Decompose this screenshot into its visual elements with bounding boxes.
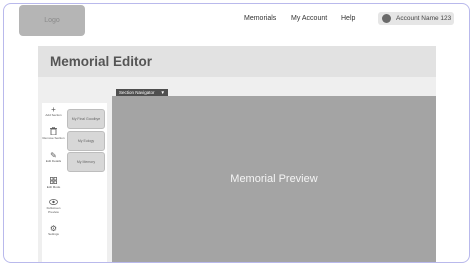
remove-section-button[interactable]: Remove Section: [42, 127, 65, 141]
nav-help[interactable]: Help: [341, 15, 355, 22]
section-navigator-dropdown[interactable]: Section Navigator ▼: [116, 89, 168, 96]
logo[interactable]: Logo: [19, 5, 85, 36]
settings-button[interactable]: ⚙ Settings: [42, 225, 65, 237]
fullscreen-preview-button[interactable]: Fullscreen Preview: [42, 199, 65, 214]
section-item-my-eulogy[interactable]: My Eulogy: [67, 131, 105, 151]
section-item-my-memory[interactable]: My Memory: [67, 152, 105, 172]
app-window: Logo Memorials My Account Help Account N…: [3, 3, 470, 263]
nav-memorials[interactable]: Memorials: [244, 15, 276, 22]
preview-label: Memorial Preview: [230, 173, 318, 185]
title-bar: Memorial Editor: [38, 46, 436, 77]
chevron-down-icon: ▼: [160, 90, 165, 95]
account-menu[interactable]: Account Name 123: [378, 12, 454, 25]
section-item-my-final-goodbye[interactable]: My Final Goodbye: [67, 109, 105, 129]
edit-details-button[interactable]: ✎ Edit Details: [42, 152, 65, 164]
edit-mode-button[interactable]: Edit Mode: [42, 177, 65, 190]
account-name: Account Name 123: [396, 15, 452, 22]
editor-toolbar: + Add Section Remove Section ✎ Edit Deta…: [42, 103, 65, 262]
page-title: Memorial Editor: [50, 54, 153, 69]
memorial-preview[interactable]: Memorial Preview: [112, 96, 436, 262]
avatar: [382, 14, 391, 23]
nav-my-account[interactable]: My Account: [291, 15, 327, 22]
add-section-button[interactable]: + Add Section: [42, 106, 65, 118]
section-list: My Final Goodbye My Eulogy My Memory: [65, 103, 107, 262]
